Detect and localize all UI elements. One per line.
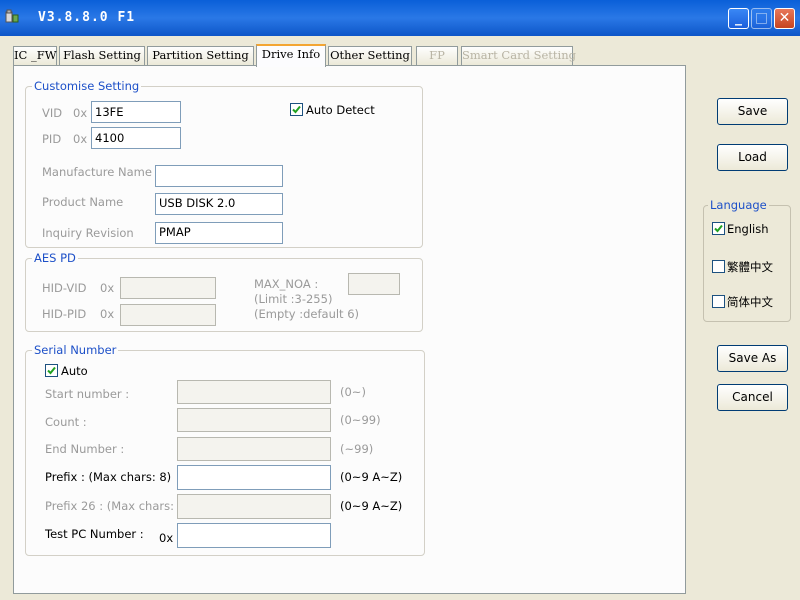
close-icon: ✕ <box>778 10 791 26</box>
test-pc-number-input[interactable] <box>177 523 331 548</box>
language-english-checkbox[interactable] <box>712 222 725 235</box>
drive-info-panel: Customise Setting VID 0x 13FE PID 0x 410… <box>13 65 686 594</box>
language-english-label: English <box>727 222 769 236</box>
start-number-hint: (0~) <box>340 385 366 399</box>
start-number-label: Start number : <box>45 387 130 401</box>
load-button[interactable]: Load <box>717 144 788 171</box>
max-noa-input <box>348 273 400 295</box>
vid-prefix: 0x <box>73 106 88 120</box>
language-traditional-chinese-label: 繁體中文 <box>727 260 773 274</box>
prefix26-hint: (0~9 A~Z) <box>340 499 403 513</box>
maximize-icon: □ <box>754 10 769 26</box>
tab-drive-info[interactable]: Drive Info <box>256 44 326 67</box>
test-pc-number-label: Test PC Number : <box>45 527 144 541</box>
count-hint: (0~99) <box>340 413 381 427</box>
serial-auto-label: Auto <box>61 364 88 378</box>
manufacture-name-input[interactable] <box>155 165 283 187</box>
pid-prefix: 0x <box>73 132 88 146</box>
prefix-hint: (0~9 A~Z) <box>340 470 403 484</box>
prefix26-label: Prefix 26 : (Max chars: 26) <box>45 499 197 513</box>
close-button[interactable]: ✕ <box>774 8 795 29</box>
hid-vid-input <box>120 277 216 299</box>
aes-pd-group: AES PD HID-VID 0x HID-PID 0x MAX_NOA : (… <box>25 251 423 332</box>
language-title: Language <box>708 198 769 212</box>
max-noa-limit: (Limit :3-255) <box>254 292 333 306</box>
tab-other-setting[interactable]: Other Setting <box>328 46 412 65</box>
language-simplified-chinese-label: 简体中文 <box>727 295 773 309</box>
pid-label: PID <box>42 132 62 146</box>
serial-auto-checkbox[interactable] <box>45 364 58 377</box>
hid-pid-prefix: 0x <box>100 307 115 321</box>
language-traditional-chinese-checkbox[interactable] <box>712 260 725 273</box>
tab-ic-fw[interactable]: IC _FW <box>13 46 57 65</box>
prefix26-input <box>177 494 331 519</box>
count-input <box>177 408 331 432</box>
app-icon <box>5 9 19 23</box>
save-button[interactable]: Save <box>717 98 788 125</box>
checkmark-icon <box>714 224 723 233</box>
auto-detect-label: Auto Detect <box>306 103 375 117</box>
max-noa-empty-hint: (Empty :default 6) <box>254 307 360 321</box>
aes-pd-title: AES PD <box>32 251 78 265</box>
tab-fp: FP <box>416 46 458 65</box>
window-title: V3.8.8.0 F1 <box>38 10 136 25</box>
title-bar: V3.8.8.0 F1 _ □ ✕ <box>0 0 800 36</box>
tab-flash-setting[interactable]: Flash Setting <box>59 46 145 65</box>
hid-vid-label: HID-VID <box>42 281 87 295</box>
language-group: Language English 繁體中文 简体中文 <box>703 198 791 322</box>
maximize-button: □ <box>751 8 772 29</box>
customise-setting-group: Customise Setting VID 0x 13FE PID 0x 410… <box>25 79 423 248</box>
language-simplified-chinese-checkbox[interactable] <box>712 295 725 308</box>
vid-label: VID <box>42 106 63 120</box>
hid-pid-label: HID-PID <box>42 307 87 321</box>
inquiry-revision-label: Inquiry Revision <box>42 226 134 240</box>
pid-input[interactable]: 4100 <box>91 127 181 149</box>
test-pc-number-prefix: 0x <box>159 531 174 545</box>
start-number-input <box>177 380 331 404</box>
prefix-label: Prefix : (Max chars: 8) <box>45 470 172 484</box>
prefix-input[interactable] <box>177 465 331 490</box>
cancel-button[interactable]: Cancel <box>717 384 788 411</box>
count-label: Count : <box>45 415 87 429</box>
product-name-label: Product Name <box>42 195 124 209</box>
tab-partition-setting[interactable]: Partition Setting <box>147 46 254 65</box>
manufacture-name-label: Manufacture Name <box>42 165 152 179</box>
inquiry-revision-input[interactable]: PMAP <box>155 222 283 244</box>
serial-number-title: Serial Number <box>32 343 119 357</box>
checkmark-icon <box>292 105 301 114</box>
hid-pid-input <box>120 304 216 326</box>
hid-vid-prefix: 0x <box>100 281 115 295</box>
end-number-label: End Number : <box>45 442 125 456</box>
customise-setting-title: Customise Setting <box>32 79 142 93</box>
minimize-icon: _ <box>735 10 742 26</box>
end-number-input <box>177 437 331 461</box>
product-name-input[interactable]: USB DISK 2.0 <box>155 193 283 215</box>
checkmark-icon <box>47 366 56 375</box>
minimize-button[interactable]: _ <box>728 8 749 29</box>
tab-smart-card-setting: Smart Card Setting <box>461 46 576 65</box>
max-noa-label: MAX_NOA : <box>254 277 319 291</box>
vid-input[interactable]: 13FE <box>91 101 181 123</box>
serial-number-group: Serial Number Auto Start number : (0~) C… <box>25 343 425 556</box>
end-number-hint: (~99) <box>340 442 374 456</box>
auto-detect-checkbox[interactable] <box>290 103 303 116</box>
save-as-button[interactable]: Save As <box>717 345 788 372</box>
